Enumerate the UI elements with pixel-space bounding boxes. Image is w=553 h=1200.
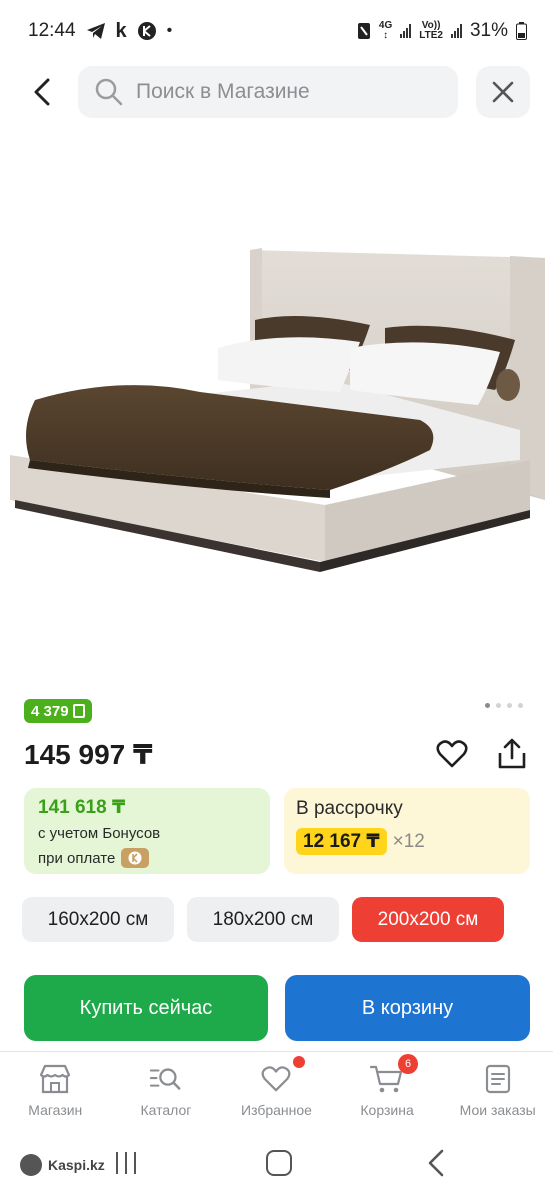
- size-option-160x200[interactable]: 160x200 см: [22, 897, 174, 942]
- battery-percent: 31%: [469, 20, 508, 41]
- recents-button[interactable]: [116, 1152, 136, 1174]
- tab-catalog-label: Каталог: [140, 1102, 192, 1118]
- size-option-180x200[interactable]: 180x200 см: [187, 897, 339, 942]
- kaspi-notification-icon: [137, 22, 156, 40]
- telegram-icon: [86, 23, 105, 39]
- close-button[interactable]: [476, 66, 530, 118]
- shop-icon: [38, 1062, 72, 1096]
- nav-app-label: Kaspi.kz: [20, 1154, 105, 1176]
- signal-2-icon: [450, 24, 462, 38]
- tab-shop[interactable]: Магазин: [0, 1052, 111, 1133]
- status-bar: 12:44 k • 4G ↕ Vo)) LTE2 31%: [0, 0, 553, 62]
- more-notifications-dot: •: [166, 22, 173, 39]
- nfc-icon: [357, 23, 370, 39]
- bottom-tab-bar: Магазин Каталог Избранное 6 Корзина Мои …: [0, 1051, 553, 1133]
- installment-row: 12 167 ₸ ×12: [296, 828, 518, 855]
- size-options: 160x200 см 180x200 см 200x200 см: [22, 897, 504, 942]
- bonus-badge: 4 379: [24, 699, 92, 723]
- installment-monthly: 12 167 ₸: [296, 828, 387, 855]
- recents-bar: [134, 1152, 136, 1174]
- bonus-price-amount: 141 618 ₸: [38, 797, 126, 818]
- net-4g-label: 4G ↕: [378, 20, 393, 41]
- tab-favorites-label: Избранное: [241, 1102, 312, 1118]
- pager-dot: [518, 703, 523, 708]
- system-nav-bar: Kaspi.kz: [0, 1136, 553, 1200]
- recents-bar: [116, 1152, 118, 1174]
- tab-cart-label: Корзина: [360, 1102, 414, 1118]
- pager-dot: [485, 703, 490, 708]
- catalog-search-icon: [149, 1062, 183, 1096]
- tab-cart[interactable]: 6 Корзина: [332, 1052, 443, 1133]
- bonus-currency-icon: [72, 704, 85, 718]
- heart-icon: [259, 1056, 306, 1096]
- installment-months: ×12: [392, 830, 425, 852]
- pager-dot: [507, 703, 512, 708]
- nav-app-name: Kaspi.kz: [48, 1157, 105, 1173]
- bonus-price-line2-row: при оплате: [38, 848, 256, 868]
- back-button[interactable]: [22, 72, 62, 112]
- kaspi-gold-icon: [121, 848, 150, 868]
- cart-icon: 6: [370, 1054, 419, 1096]
- bonus-price-line1: с учетом Бонусов: [38, 825, 161, 842]
- search-icon: [95, 78, 123, 106]
- orders-icon: [481, 1062, 515, 1096]
- favorite-button[interactable]: [434, 736, 470, 772]
- k-app-icon: k: [115, 19, 127, 42]
- search-header: Поиск в Магазине: [0, 64, 553, 120]
- kaspi-logo-icon: [20, 1154, 42, 1176]
- favorites-notification-dot: [293, 1056, 306, 1068]
- size-option-200x200-selected[interactable]: 200x200 см: [352, 897, 504, 942]
- buy-now-button[interactable]: Купить сейчас: [24, 975, 268, 1041]
- recents-bar: [125, 1152, 127, 1174]
- product-price: 145 997 ₸: [24, 739, 153, 770]
- bonus-badge-value: 4 379: [31, 702, 69, 720]
- add-to-cart-button[interactable]: В корзину: [285, 975, 530, 1041]
- tab-catalog[interactable]: Каталог: [111, 1052, 222, 1133]
- battery-icon: [516, 22, 527, 40]
- share-icon: [498, 738, 526, 769]
- bonus-price-line2: при оплате: [38, 849, 116, 867]
- volte-label: Vo)) LTE2: [419, 20, 443, 41]
- pager-dot: [496, 703, 501, 708]
- heart-icon: [436, 740, 468, 768]
- image-pager-dots: [485, 703, 523, 708]
- status-time: 12:44: [28, 20, 76, 41]
- cart-count-badge: 6: [398, 1054, 419, 1074]
- tab-shop-label: Магазин: [28, 1102, 83, 1118]
- bonus-price-card[interactable]: 141 618 ₸ с учетом Бонусов при оплате: [24, 788, 270, 874]
- tab-orders-label: Мои заказы: [459, 1102, 536, 1118]
- chevron-left-icon: [34, 78, 50, 106]
- product-image[interactable]: [0, 130, 553, 690]
- installment-title: В рассрочку: [296, 798, 403, 819]
- share-button[interactable]: [494, 736, 530, 772]
- close-icon: [492, 81, 514, 103]
- search-input[interactable]: Поиск в Магазине: [78, 66, 458, 118]
- system-back-button[interactable]: [424, 1148, 448, 1178]
- tab-orders[interactable]: Мои заказы: [442, 1052, 553, 1133]
- signal-1-icon: [400, 24, 412, 38]
- tab-favorites[interactable]: Избранное: [221, 1052, 332, 1133]
- installment-card[interactable]: В рассрочку 12 167 ₸ ×12: [284, 788, 530, 874]
- search-placeholder: Поиск в Магазине: [136, 80, 310, 103]
- home-button[interactable]: [266, 1150, 292, 1176]
